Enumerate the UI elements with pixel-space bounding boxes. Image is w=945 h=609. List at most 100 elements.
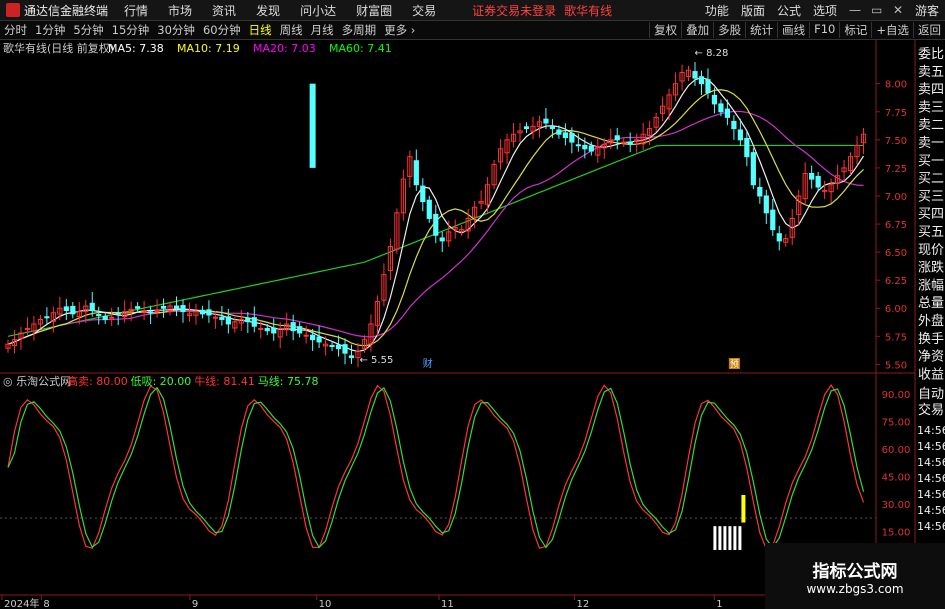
candle-body bbox=[212, 316, 219, 319]
price-tick-label: 7.25 bbox=[885, 164, 907, 175]
menu-item-layout[interactable]: 版面 bbox=[735, 2, 771, 19]
date-label: 1 bbox=[716, 599, 722, 609]
menu-item-market[interactable]: 市场 bbox=[158, 2, 202, 19]
candle-body bbox=[744, 137, 750, 158]
candle-body bbox=[310, 334, 316, 341]
stock-name: 歌华有线 bbox=[564, 3, 613, 18]
draw-line-button[interactable]: 画线 bbox=[777, 22, 809, 38]
menu-item-ask[interactable]: 问小达 bbox=[290, 2, 346, 19]
candle-body bbox=[258, 327, 264, 330]
candle-body bbox=[543, 118, 549, 124]
candle-body bbox=[439, 237, 445, 242]
indicator-tick-label: 90.00 bbox=[882, 390, 911, 401]
candle-body bbox=[63, 306, 69, 311]
date-label: 12 bbox=[576, 599, 589, 609]
candle-body bbox=[569, 133, 575, 143]
price-panel-title: 歌华有线(日线 前复权) bbox=[3, 41, 114, 55]
tab-more[interactable]: 更多 › bbox=[380, 22, 419, 38]
period-toolbar: 分时 1分钟 5分钟 15分钟 30分钟 60分钟 日线 周线 月线 多周期 更… bbox=[0, 21, 945, 40]
price-tick-label: 6.50 bbox=[885, 248, 907, 259]
sidebar-time: 14:56 bbox=[917, 504, 945, 517]
indicator-tick-label: 30.00 bbox=[882, 500, 911, 511]
add-watchlist-button[interactable]: +自选 bbox=[871, 22, 913, 38]
chevron-right-icon: › bbox=[410, 23, 416, 37]
signal-bar bbox=[738, 526, 742, 550]
sidebar-time: 14:56 bbox=[917, 520, 945, 533]
candle-body bbox=[523, 126, 530, 130]
f10-button[interactable]: F10 bbox=[809, 22, 839, 38]
candle-body bbox=[627, 141, 633, 145]
price-tick-label: 6.25 bbox=[885, 276, 907, 287]
candle-body bbox=[309, 83, 316, 168]
adjust-button[interactable]: 复权 bbox=[649, 22, 681, 38]
menu-item-wealth[interactable]: 财富圈 bbox=[346, 2, 402, 19]
tab-30min[interactable]: 30分钟 bbox=[153, 22, 199, 38]
tab-timeshare[interactable]: 分时 bbox=[0, 22, 31, 38]
tab-1min[interactable]: 1分钟 bbox=[31, 22, 69, 38]
candle-body bbox=[776, 233, 782, 242]
low-annotation: ← 5.55 bbox=[360, 355, 394, 366]
candle-body bbox=[750, 152, 756, 186]
sidebar-tab: 涨跌 bbox=[918, 260, 944, 276]
tab-multi-period[interactable]: 多周期 bbox=[338, 22, 381, 38]
minimize-icon[interactable]: — bbox=[843, 3, 865, 17]
close-icon[interactable]: ✕ bbox=[887, 3, 909, 17]
tab-15min[interactable]: 15分钟 bbox=[108, 22, 154, 38]
overlay-button[interactable]: 叠加 bbox=[681, 22, 713, 38]
candle-body bbox=[413, 160, 419, 186]
menu-item-options[interactable]: 选项 bbox=[807, 2, 843, 19]
price-tick-label: 7.75 bbox=[885, 108, 907, 119]
candle-body bbox=[809, 173, 815, 180]
kline-chart[interactable]: 8.00 7.75 7.50 7.25 7.00 6.75 6.50 6.25 6.00 5.75… bbox=[0, 40, 945, 609]
menu-item-trade[interactable]: 交易 bbox=[402, 2, 446, 19]
app-title: 通达信金融终端 bbox=[0, 2, 114, 19]
tab-5min[interactable]: 5分钟 bbox=[69, 22, 107, 38]
menu-item-quotes[interactable]: 行情 bbox=[114, 2, 158, 19]
sidebar-tab: 换手 bbox=[918, 332, 944, 347]
candle-body bbox=[562, 132, 568, 139]
sidebar-bottom-tab: 自动 bbox=[918, 387, 944, 402]
candle-body bbox=[815, 175, 821, 188]
signal-bar bbox=[728, 526, 732, 550]
sidebar-time: 14:56 bbox=[917, 440, 945, 453]
candle-body bbox=[556, 129, 562, 135]
signal-bar bbox=[723, 526, 727, 550]
candle-body bbox=[206, 309, 212, 316]
menu-item-news[interactable]: 资讯 bbox=[202, 2, 246, 19]
date-label: 8 bbox=[43, 599, 49, 609]
sidebar-time: 14:56 bbox=[917, 424, 945, 437]
date-label: 2024年 bbox=[4, 597, 39, 609]
menu-item-function[interactable]: 功能 bbox=[699, 2, 735, 19]
candle-body bbox=[433, 213, 439, 236]
candle-body bbox=[737, 129, 743, 141]
signal-bar bbox=[713, 526, 717, 550]
indicator-title: ◎ 乐淘公式网 bbox=[3, 375, 71, 388]
tab-weekly[interactable]: 周线 bbox=[276, 22, 307, 38]
candle-body bbox=[264, 327, 270, 332]
candle-body bbox=[621, 141, 627, 144]
tab-daily[interactable]: 日线 bbox=[245, 22, 276, 38]
date-label: 11 bbox=[441, 599, 454, 609]
guest-label[interactable]: 游客 bbox=[909, 2, 945, 19]
menu-item-formula[interactable]: 公式 bbox=[771, 2, 807, 19]
back-button[interactable]: 返回 bbox=[913, 22, 945, 38]
price-tick-label: 8.00 bbox=[885, 80, 907, 91]
candle-body bbox=[329, 345, 335, 348]
chart-labels: 8.00 7.75 7.50 7.25 7.00 6.75 6.50 6.25 6.00 5.75… bbox=[3, 41, 945, 609]
multi-stock-button[interactable]: 多股 bbox=[713, 22, 745, 38]
menu-item-discover[interactable]: 发现 bbox=[246, 2, 290, 19]
candle-body bbox=[822, 189, 828, 192]
stats-button[interactable]: 统计 bbox=[745, 22, 777, 38]
login-warning[interactable]: 证券交易未登录 bbox=[472, 2, 556, 19]
restore-icon[interactable]: ▭ bbox=[865, 3, 887, 17]
tab-monthly[interactable]: 月线 bbox=[307, 22, 338, 38]
sidebar-tab: 卖一 bbox=[918, 136, 944, 151]
marker-finance: 财 bbox=[423, 357, 433, 370]
candle-body bbox=[135, 306, 141, 309]
tab-60min[interactable]: 60分钟 bbox=[199, 22, 245, 38]
candle-body bbox=[180, 305, 186, 313]
signal-bar bbox=[718, 526, 722, 550]
mark-button[interactable]: 标记 bbox=[839, 22, 871, 38]
candle-body bbox=[290, 322, 296, 332]
sidebar-time: 14:56 bbox=[917, 456, 945, 469]
